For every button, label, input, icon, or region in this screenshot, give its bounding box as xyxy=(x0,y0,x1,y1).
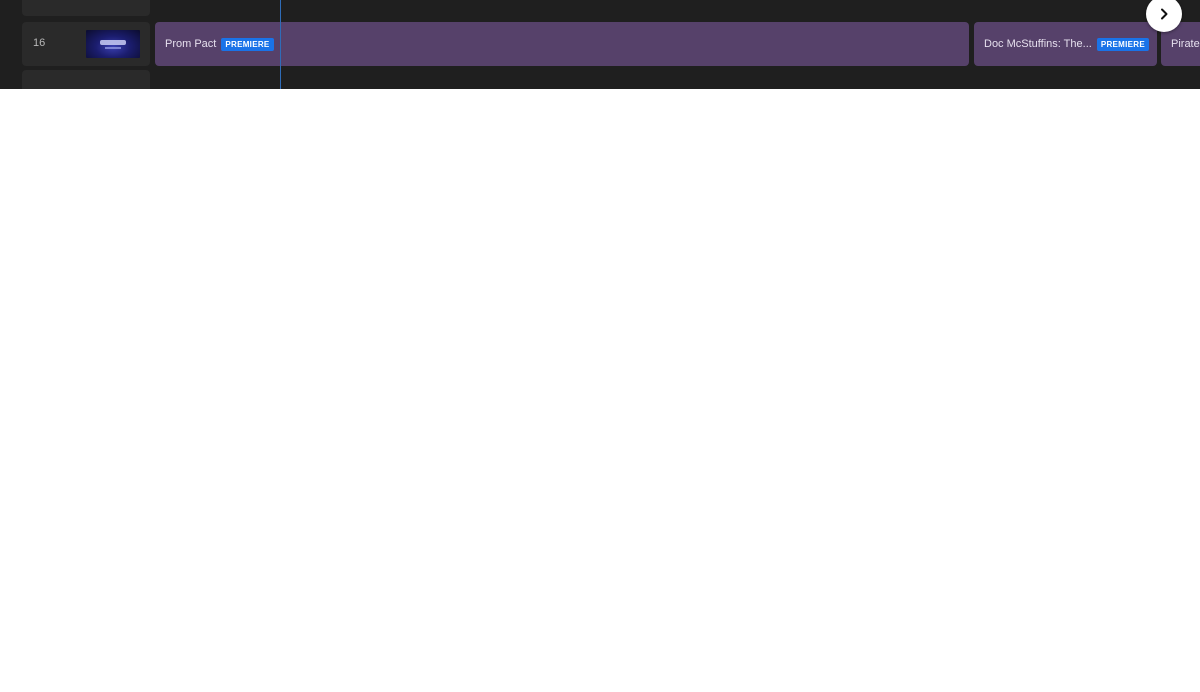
channel-cell-next[interactable] xyxy=(22,70,150,89)
program-title: Doc McStuffins: The... xyxy=(984,38,1092,50)
channel-logo-icon xyxy=(86,30,140,58)
premiere-badge: PREMIERE xyxy=(221,37,274,51)
chevron-right-icon xyxy=(1161,8,1168,20)
channel-cell[interactable]: 16 xyxy=(22,22,150,66)
tv-guide-strip: 16 Prom Pact PREMIERE Doc McStuffins: Th… xyxy=(0,0,1200,89)
program-title: Pirate xyxy=(1171,38,1200,50)
channel-number: 16 xyxy=(33,37,46,49)
program-block-doc-mcstuffins[interactable]: Doc McStuffins: The... PREMIERE xyxy=(974,22,1157,66)
program-title: Prom Pact xyxy=(165,38,217,50)
logo-subline xyxy=(105,47,121,49)
program-block-prom-pact[interactable]: Prom Pact PREMIERE xyxy=(155,22,969,66)
channel-cell-previous[interactable] xyxy=(22,0,150,16)
logo-mark xyxy=(100,40,126,45)
current-time-indicator xyxy=(280,0,281,89)
premiere-badge: PREMIERE xyxy=(1096,37,1149,51)
